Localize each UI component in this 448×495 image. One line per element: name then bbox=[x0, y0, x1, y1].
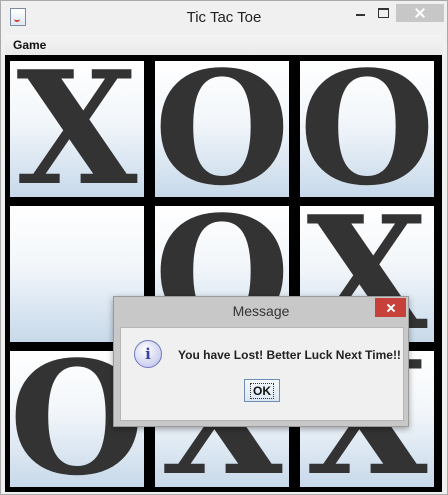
dialog-title: Message bbox=[232, 303, 290, 319]
dialog-close-button[interactable] bbox=[375, 298, 406, 317]
menu-bar: Game bbox=[5, 35, 442, 56]
board-cell[interactable]: X bbox=[10, 61, 144, 197]
board-cell[interactable]: O bbox=[155, 61, 289, 197]
dialog-message: You have Lost! Better Luck Next Time!! bbox=[178, 348, 401, 362]
title-bar[interactable]: Tic Tac Toe bbox=[1, 1, 447, 33]
menu-game[interactable]: Game bbox=[13, 38, 46, 52]
info-icon: i bbox=[134, 340, 162, 368]
ok-button[interactable]: OK bbox=[244, 379, 280, 402]
close-button[interactable] bbox=[396, 4, 444, 22]
cell-mark: O bbox=[155, 61, 289, 197]
message-dialog: Message i You have Lost! Better Luck Nex… bbox=[113, 296, 409, 427]
maximize-icon bbox=[377, 8, 389, 18]
ok-button-label: OK bbox=[250, 382, 274, 399]
cell-mark: O bbox=[300, 61, 434, 197]
cell-mark: X bbox=[16, 61, 138, 197]
board-cell[interactable]: O bbox=[300, 61, 434, 197]
dialog-body: i You have Lost! Better Luck Next Time!!… bbox=[120, 327, 404, 421]
